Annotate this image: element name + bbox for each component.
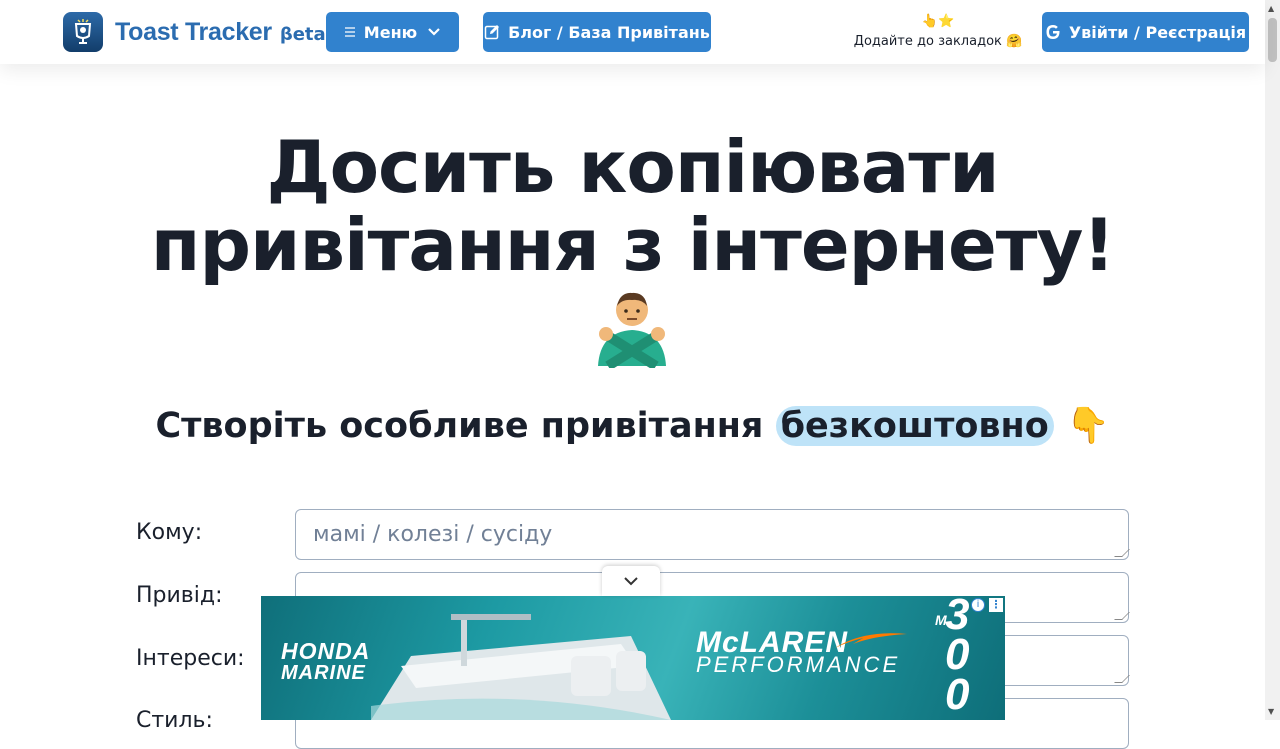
resize-handle-icon[interactable] bbox=[1114, 675, 1130, 683]
subtitle: Створіть особливе привітання безкоштовно… bbox=[0, 398, 1265, 454]
ad-collapse-button[interactable] bbox=[602, 566, 660, 596]
header: Toast Tracker βeta Меню Блог / База Прив… bbox=[0, 0, 1265, 64]
chevron-down-icon bbox=[427, 27, 441, 37]
scroll-down-icon[interactable]: ▼ bbox=[1268, 707, 1274, 716]
recipient-placeholder: мамі / колезі / сусіду bbox=[313, 522, 553, 547]
mclaren-swoosh-icon bbox=[835, 633, 907, 648]
bookmark-text: Додайте до закладок 🤗 bbox=[853, 34, 1023, 49]
occasion-label: Привід: bbox=[136, 583, 223, 608]
chevron-down-icon bbox=[624, 577, 638, 586]
logo-beta: βeta bbox=[279, 23, 326, 45]
more-vertical-icon[interactable]: ⋮ bbox=[989, 598, 1003, 612]
ad-performance-text: PERFORMANCE bbox=[696, 652, 901, 677]
hero-emoji bbox=[586, 286, 678, 370]
logo-link[interactable]: Toast Tracker βeta bbox=[63, 12, 326, 52]
subtitle-text: Створіть особливе привітання bbox=[155, 406, 776, 446]
login-label: Увійти / Реєстрація bbox=[1068, 22, 1247, 42]
ad-m300-logo: M 3 0 0 bbox=[935, 596, 970, 719]
scroll-thumb[interactable] bbox=[1268, 18, 1277, 62]
hero-title: Досить копіювати привітання з інтернету! bbox=[0, 128, 1265, 284]
subtitle-highlight: безкоштовно bbox=[775, 406, 1054, 446]
hamburger-icon bbox=[344, 26, 356, 38]
logo-text: Toast Tracker bbox=[115, 17, 272, 46]
boat-image bbox=[371, 614, 671, 720]
recipient-input[interactable]: мамі / колезі / сусіду bbox=[295, 509, 1130, 560]
hero-line-2: привітання з інтернету! bbox=[150, 203, 1116, 287]
style-label: Стиль: bbox=[136, 708, 213, 733]
blog-button[interactable]: Блог / База Привітань bbox=[483, 12, 711, 52]
subtitle-emoji: 👇 bbox=[1053, 406, 1110, 446]
scroll-up-icon[interactable]: ▲ bbox=[1268, 4, 1274, 13]
bookmark-hint: 👆⭐ Додайте до закладок 🤗 bbox=[848, 12, 1028, 52]
hero-line-1: Досить копіювати bbox=[266, 125, 999, 209]
info-icon[interactable]: i bbox=[971, 598, 985, 612]
resize-handle-icon[interactable] bbox=[1114, 612, 1130, 620]
ad-honda-logo: HONDA MARINE bbox=[281, 638, 371, 685]
interests-label: Інтереси: bbox=[136, 646, 245, 671]
google-icon bbox=[1045, 24, 1061, 40]
recipient-label: Кому: bbox=[136, 520, 203, 545]
ad-banner[interactable]: HONDA MARINE McLAREN PERFORMANCE M 3 0 0… bbox=[261, 596, 1005, 720]
edit-icon bbox=[484, 24, 500, 40]
logo-icon bbox=[63, 12, 103, 52]
scrollbar[interactable]: ▲ ▼ bbox=[1265, 0, 1280, 720]
menu-button[interactable]: Меню bbox=[326, 12, 459, 52]
blog-label: Блог / База Привітань bbox=[508, 22, 710, 42]
bookmark-emoji: 👆⭐ bbox=[921, 14, 955, 29]
login-button[interactable]: Увійти / Реєстрація bbox=[1042, 12, 1249, 52]
resize-handle-icon[interactable] bbox=[1114, 549, 1130, 557]
menu-label: Меню bbox=[363, 22, 418, 42]
